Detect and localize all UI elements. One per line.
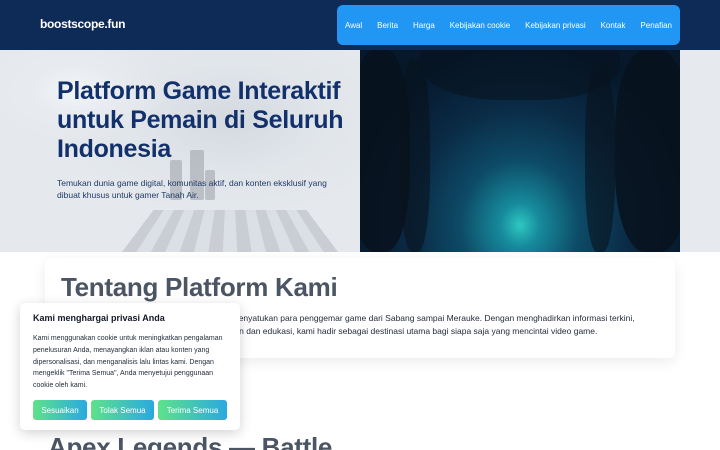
hero-section: Platform Game Interaktif untuk Pemain di… [0, 50, 720, 252]
cookie-text: Kami menggunakan cookie untuk meningkatk… [33, 335, 223, 390]
chessboard-graphic [120, 209, 340, 252]
game-section-title: Apex Legends — Battle [48, 432, 333, 450]
nav-link-kebijakan-privasi[interactable]: Kebijakan privasi [525, 21, 585, 30]
main-nav: Awal Berita Harga Kebijakan cookie Kebij… [337, 5, 680, 45]
site-logo[interactable]: boostscope.fun [40, 17, 125, 31]
nav-link-harga[interactable]: Harga [413, 21, 435, 30]
site-header: boostscope.fun Awal Berita Harga Kebijak… [0, 0, 720, 50]
tree-silhouette [400, 60, 430, 252]
nav-link-awal[interactable]: Awal [345, 21, 362, 30]
cookie-consent-popup: Kami menghargai privasi Anda Kami menggu… [20, 303, 240, 430]
nav-link-kontak[interactable]: Kontak [601, 21, 626, 30]
hero-title: Platform Game Interaktif untuk Pemain di… [57, 77, 344, 163]
hero-subtitle: Temukan dunia game digital, komunitas ak… [57, 178, 327, 200]
hero-edge [680, 50, 720, 252]
nav-link-penafian[interactable]: Penafian [640, 21, 672, 30]
accept-all-button[interactable]: Terima Semua [158, 400, 227, 420]
nav-link-berita[interactable]: Berita [377, 21, 398, 30]
tree-silhouette [585, 65, 615, 252]
tree-silhouette [615, 50, 680, 252]
nav-link-kebijakan-cookie[interactable]: Kebijakan cookie [450, 21, 510, 30]
about-title: Tentang Platform Kami [61, 272, 338, 302]
customize-button[interactable]: Sesuaikan [33, 400, 87, 420]
reject-all-button[interactable]: Tolak Semua [91, 400, 154, 420]
hero-forest-image [360, 50, 680, 252]
cookie-title: Kami menghargai privasi Anda [33, 313, 165, 323]
